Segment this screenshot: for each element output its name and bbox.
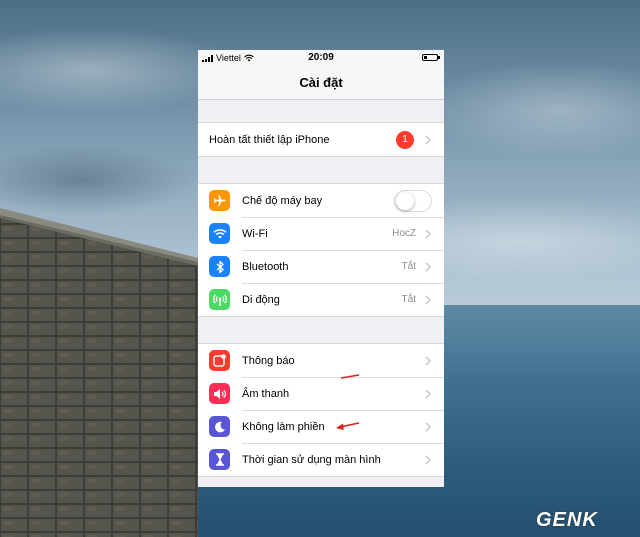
battery-icon (422, 54, 440, 61)
chevron-right-icon (422, 228, 434, 239)
setup-group: Hoàn tất thiết lập iPhone 1 (198, 122, 444, 157)
cellular-label: Di động (242, 293, 280, 306)
wifi-icon (209, 223, 230, 244)
airplane-icon (209, 190, 230, 211)
connectivity-group: Chế độ máy bay Wi-Fi HocZ Bluetooth Tắt … (198, 183, 444, 317)
notification-badge: 1 (396, 130, 414, 149)
screen-time-label: Thời gian sử dụng màn hình (242, 453, 381, 466)
cellular-row[interactable]: Di động Tắt (198, 283, 444, 316)
cellular-icon (209, 289, 230, 310)
finish-setup-label: Hoàn tất thiết lập iPhone (209, 133, 330, 146)
phone-screen: Viettel 20:09 Cài đặt Hoàn tất thiết lập… (198, 50, 444, 487)
notifications-group: Thông báo Âm thanh Không làm phiền Thời … (198, 343, 444, 477)
cellular-value: Tắt (401, 294, 416, 305)
moon-icon (209, 416, 230, 437)
airplane-mode-label: Chế độ máy bay (242, 194, 323, 207)
bluetooth-row[interactable]: Bluetooth Tắt (198, 250, 444, 283)
bluetooth-icon (209, 256, 230, 277)
hourglass-icon (209, 449, 230, 470)
notifications-icon (209, 350, 230, 371)
chevron-right-icon (422, 388, 434, 399)
do-not-disturb-row[interactable]: Không làm phiền (198, 410, 444, 443)
do-not-disturb-label: Không làm phiền (242, 420, 325, 433)
notifications-label: Thông báo (242, 354, 295, 367)
status-bar: Viettel 20:09 (198, 50, 444, 66)
genk-logo: GENK (536, 509, 598, 531)
status-time: 20:09 (308, 52, 334, 63)
page-title: Cài đặt (198, 66, 444, 100)
chevron-right-icon (422, 355, 434, 366)
airplane-mode-toggle[interactable] (394, 189, 432, 212)
airplane-mode-row[interactable]: Chế độ máy bay (198, 184, 444, 217)
chevron-right-icon (422, 294, 434, 305)
wifi-row[interactable]: Wi-Fi HocZ (198, 217, 444, 250)
finish-setup-row[interactable]: Hoàn tất thiết lập iPhone 1 (198, 123, 444, 156)
screen-time-row[interactable]: Thời gian sử dụng màn hình (198, 443, 444, 476)
chevron-right-icon (422, 134, 434, 145)
red-arrow-annotation (340, 374, 360, 379)
wifi-label: Wi-Fi (242, 227, 268, 240)
bluetooth-label: Bluetooth (242, 260, 289, 273)
chevron-right-icon (422, 261, 434, 272)
chevron-right-icon (422, 421, 434, 432)
red-arrow-icon (336, 422, 360, 430)
wifi-value: HocZ (392, 228, 416, 239)
bluetooth-value: Tắt (401, 261, 416, 272)
chevron-right-icon (422, 454, 434, 465)
